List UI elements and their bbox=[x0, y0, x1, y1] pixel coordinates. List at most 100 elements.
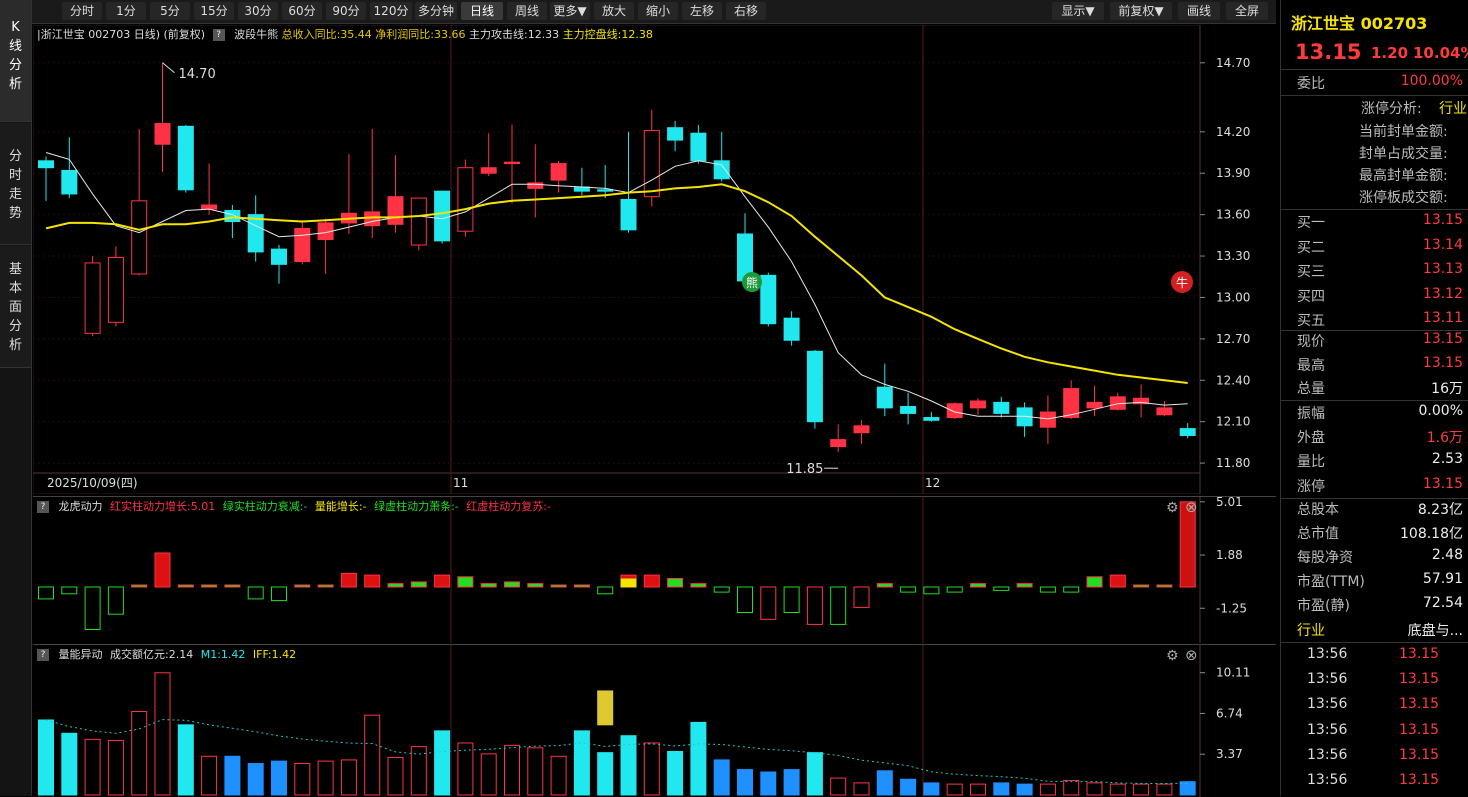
period-button-15min[interactable]: 15分 bbox=[194, 2, 234, 20]
longhu-bar bbox=[713, 586, 730, 593]
volume-bar bbox=[713, 759, 730, 796]
period-button-daily[interactable]: 日线 bbox=[461, 2, 503, 20]
volume-bar bbox=[480, 753, 497, 796]
control-line-value: 主力控盘线:12.38 bbox=[562, 28, 653, 41]
volume-bar bbox=[38, 719, 54, 796]
volume-bar bbox=[1156, 783, 1173, 796]
gear-icon[interactable]: ⚙ bbox=[1166, 500, 1179, 516]
fund-row: 市盈(静) 72.54 bbox=[1297, 595, 1463, 614]
longhu-panel[interactable]: 5.01 1.88 -1.25 ? 龙虎动力 红实柱动力增长:5.01 绿实柱动力衰… bbox=[33, 496, 1276, 643]
close-icon[interactable]: ⊗ bbox=[1185, 498, 1198, 516]
current-price: 13.15 bbox=[1295, 40, 1362, 64]
longhu-bar bbox=[387, 583, 404, 588]
price-tick-label: 12.40 bbox=[1216, 373, 1250, 387]
gear-icon[interactable]: ⚙ bbox=[1166, 648, 1179, 664]
tab-kline-analysis[interactable]: K线分析 bbox=[0, 0, 31, 122]
longhu-bar bbox=[177, 584, 194, 588]
volume-bar bbox=[970, 783, 986, 796]
tab-fundamentals[interactable]: 基本面分析 bbox=[0, 246, 31, 368]
volume-bar bbox=[410, 746, 427, 796]
volume-bar bbox=[1179, 781, 1196, 796]
period-button-weekly[interactable]: 周线 bbox=[507, 2, 547, 20]
volume-bar bbox=[364, 714, 381, 796]
pan-left-button[interactable]: 左移 bbox=[682, 2, 722, 20]
volume-bar bbox=[340, 759, 357, 796]
volume-chart: 10.11 6.74 3.37 bbox=[38, 645, 1250, 797]
volume-bar bbox=[597, 752, 614, 796]
period-button-90min[interactable]: 90分 bbox=[326, 2, 366, 20]
volume-bar bbox=[1016, 783, 1033, 796]
period-button-1min[interactable]: 1分 bbox=[106, 2, 146, 20]
tick-row: 13:56 13.15 bbox=[1307, 646, 1440, 662]
period-button-multi-min[interactable]: 多分钟 bbox=[415, 2, 457, 20]
volume-bar bbox=[806, 752, 823, 796]
fund-row: 总市值 108.18亿 bbox=[1297, 526, 1463, 542]
longhu-bar bbox=[806, 586, 823, 625]
candle-body bbox=[1179, 428, 1196, 436]
longhu-bar bbox=[340, 572, 357, 588]
longhu-bar bbox=[504, 581, 520, 588]
volume-bar bbox=[504, 744, 520, 796]
industry-row[interactable]: 行业 底盘与... bbox=[1281, 620, 1468, 644]
candle-body bbox=[38, 160, 54, 169]
period-button-fenshi[interactable]: 分时 bbox=[62, 2, 102, 20]
candle-body bbox=[783, 317, 800, 341]
volume-bar bbox=[271, 760, 287, 796]
period-button-60min[interactable]: 60分 bbox=[282, 2, 322, 20]
candle-body bbox=[923, 417, 940, 421]
longhu-tick-label: 1.88 bbox=[1216, 548, 1243, 562]
tab-intraday[interactable]: 分时走势 bbox=[0, 123, 31, 245]
volume-bar bbox=[317, 760, 334, 796]
price-tick-label: 14.70 bbox=[1216, 56, 1250, 70]
candle-body bbox=[1156, 407, 1173, 416]
income-yoy: 总收入同比:35.44 bbox=[281, 28, 372, 41]
period-button-5min[interactable]: 5分 bbox=[150, 2, 190, 20]
high-marker-arrow bbox=[162, 62, 175, 74]
close-icon[interactable]: ⊗ bbox=[1185, 646, 1198, 664]
longhu-bar bbox=[84, 586, 101, 630]
longhu-bar bbox=[201, 584, 218, 588]
price-change: 1.20 bbox=[1371, 44, 1409, 62]
volume-tick-label: 10.11 bbox=[1216, 666, 1250, 680]
pan-right-button[interactable]: 右移 bbox=[726, 2, 766, 20]
period-button-120min[interactable]: 120分 bbox=[370, 2, 412, 20]
longhu-bar bbox=[154, 552, 171, 588]
quote-row: 总量 16万 bbox=[1297, 381, 1463, 397]
candle-body bbox=[760, 274, 777, 325]
limit-analysis-title: 涨停分析: bbox=[1361, 101, 1422, 117]
period-button-30min[interactable]: 30分 bbox=[238, 2, 278, 20]
volume-bar bbox=[783, 769, 800, 796]
longhu-chart: 5.01 1.88 -1.25 bbox=[38, 497, 1247, 643]
help-icon[interactable]: ? bbox=[212, 29, 225, 41]
low-marker-label: 11.85 bbox=[786, 462, 823, 477]
longhu-bar bbox=[247, 586, 264, 600]
kline-panel[interactable]: 14.70 14.20 13.90 13.60 13.30 13.00 12.70 12.40… bbox=[33, 25, 1276, 494]
quote-row: 最高 13.15 bbox=[1297, 354, 1463, 374]
tick-row: 13:56 13.15 bbox=[1307, 671, 1440, 688]
longhu-bar bbox=[1156, 584, 1173, 588]
adjust-menu-button[interactable]: 前复权▼ bbox=[1110, 2, 1172, 20]
volume-panel[interactable]: 10.11 6.74 3.37 ? 量能异动 成交额亿元:2.14 M1:1.42 … bbox=[33, 644, 1276, 797]
longhu-bar bbox=[573, 584, 590, 588]
fullscreen-button[interactable]: 全屏 bbox=[1226, 2, 1268, 20]
draw-line-button[interactable]: 画线 bbox=[1178, 2, 1220, 20]
limit-industry-link[interactable]: 行业 bbox=[1439, 98, 1467, 118]
longhu-bar bbox=[294, 584, 311, 588]
candle-body bbox=[387, 196, 404, 225]
zoom-in-button[interactable]: 放大 bbox=[594, 2, 634, 20]
display-menu-button[interactable]: 显示▼ bbox=[1052, 2, 1104, 20]
stat-row: 涨停 13.15 bbox=[1297, 475, 1463, 495]
price-tick-label: 13.30 bbox=[1216, 249, 1250, 263]
candle-body bbox=[434, 190, 451, 242]
longhu-bar bbox=[946, 586, 963, 593]
longhu-bar bbox=[107, 586, 124, 615]
volume-bar bbox=[1039, 783, 1056, 796]
volume-bar bbox=[527, 747, 544, 796]
help-icon[interactable]: ? bbox=[37, 649, 49, 661]
help-icon[interactable]: ? bbox=[37, 501, 49, 513]
period-button-more[interactable]: 更多▼ bbox=[550, 2, 590, 20]
tick-row: 13:56 13.15 bbox=[1307, 721, 1440, 738]
zoom-out-button[interactable]: 缩小 bbox=[638, 2, 678, 20]
volume-bar bbox=[573, 730, 590, 796]
longhu-bar bbox=[1109, 574, 1126, 588]
